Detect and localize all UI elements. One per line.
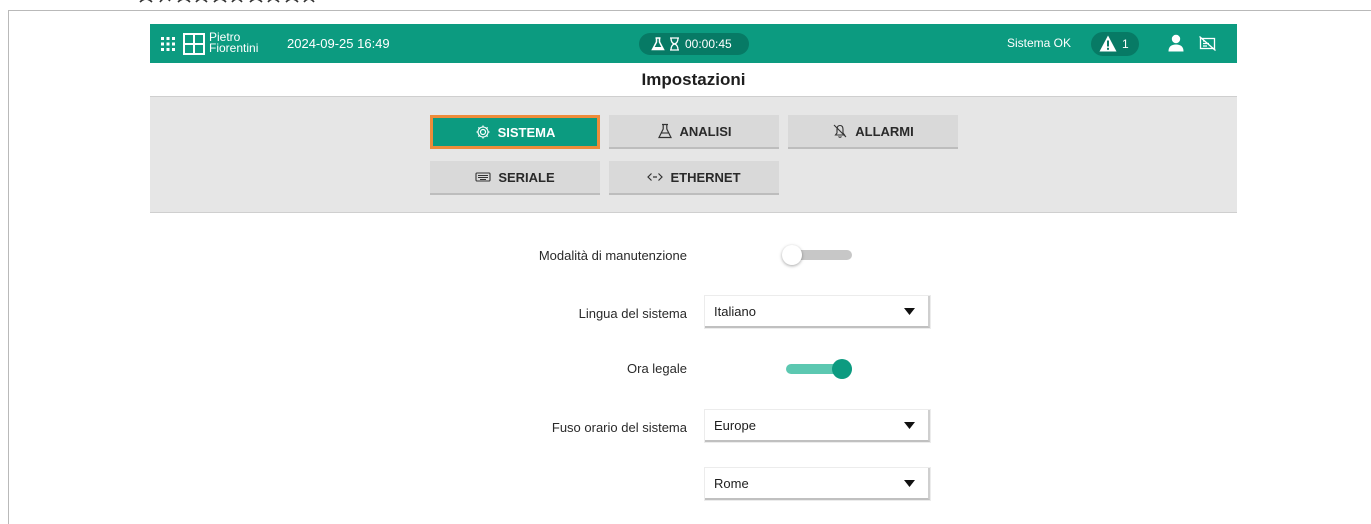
- toggle-knob: [782, 245, 802, 265]
- timezone-city-select[interactable]: Rome: [705, 468, 930, 500]
- tab-ethernet[interactable]: ETHERNET: [609, 161, 779, 195]
- dst-toggle[interactable]: [782, 359, 852, 379]
- keyboard-icon: [475, 172, 491, 182]
- gear-icon: [476, 125, 490, 139]
- tab-analisi-label: ANALISI: [679, 123, 732, 139]
- tab-ethernet-label: ETHERNET: [670, 169, 741, 185]
- tab-seriale-label: SERIALE: [498, 169, 555, 185]
- system-language-value: Italiano: [714, 304, 756, 319]
- timezone-city-value: Rome: [714, 476, 749, 491]
- timer-value: 00:00:45: [685, 37, 732, 51]
- cropped-header-text: [0, 0, 330, 10]
- hourglass-icon: [670, 37, 679, 51]
- user-icon[interactable]: [1168, 34, 1184, 52]
- code-arrows-icon: [647, 173, 664, 181]
- caret-down-icon: [904, 308, 915, 315]
- settings-tab-bar: SISTEMA ANALISI ALLARMI SERIALE ETHERNET: [150, 96, 1237, 213]
- timer-pill: 00:00:45: [639, 33, 749, 55]
- tab-allarmi[interactable]: ALLARMI: [788, 115, 958, 149]
- caret-down-icon: [904, 422, 915, 429]
- grid-icon[interactable]: [161, 37, 175, 51]
- system-status: Sistema OK: [1007, 36, 1072, 50]
- brand-name: Pietro Fiorentini: [209, 31, 259, 55]
- top-bar: Pietro Fiorentini 2024-09-25 16:49 00:00…: [150, 24, 1237, 63]
- toggle-knob: [832, 359, 852, 379]
- tab-seriale[interactable]: SERIALE: [430, 161, 600, 195]
- tab-analisi[interactable]: ANALISI: [609, 115, 779, 149]
- page-title: Impostazioni: [641, 70, 746, 89]
- tab-sistema-label: SISTEMA: [497, 124, 556, 140]
- flask-icon: [657, 123, 672, 139]
- caret-down-icon: [904, 480, 915, 487]
- tab-allarmi-label: ALLARMI: [855, 123, 914, 139]
- flask-icon: [651, 37, 665, 51]
- tab-sistema[interactable]: SISTEMA: [430, 115, 600, 149]
- maintenance-mode-label: Modalità di manutenzione: [538, 248, 687, 263]
- alarm-count: 1: [1122, 37, 1129, 51]
- maintenance-mode-toggle[interactable]: [782, 245, 852, 265]
- warning-icon: [1099, 35, 1117, 52]
- timezone-label: Fuso orario del sistema: [551, 420, 687, 435]
- bell-off-icon: [833, 124, 847, 138]
- brand-line-2: Fiorentini: [209, 41, 259, 55]
- dst-label: Ora legale: [627, 361, 687, 376]
- network-disconnected-icon[interactable]: [1199, 36, 1216, 51]
- datetime: 2024-09-25 16:49: [287, 36, 390, 51]
- timezone-region-value: Europe: [714, 418, 756, 433]
- system-language-label: Lingua del sistema: [578, 306, 687, 321]
- timezone-region-select[interactable]: Europe: [705, 410, 930, 442]
- app-window: Pietro Fiorentini 2024-09-25 16:49 00:00…: [150, 24, 1237, 524]
- system-language-select[interactable]: Italiano: [705, 296, 930, 328]
- alarm-indicator[interactable]: 1: [1091, 32, 1139, 56]
- logo-icon: [183, 33, 205, 55]
